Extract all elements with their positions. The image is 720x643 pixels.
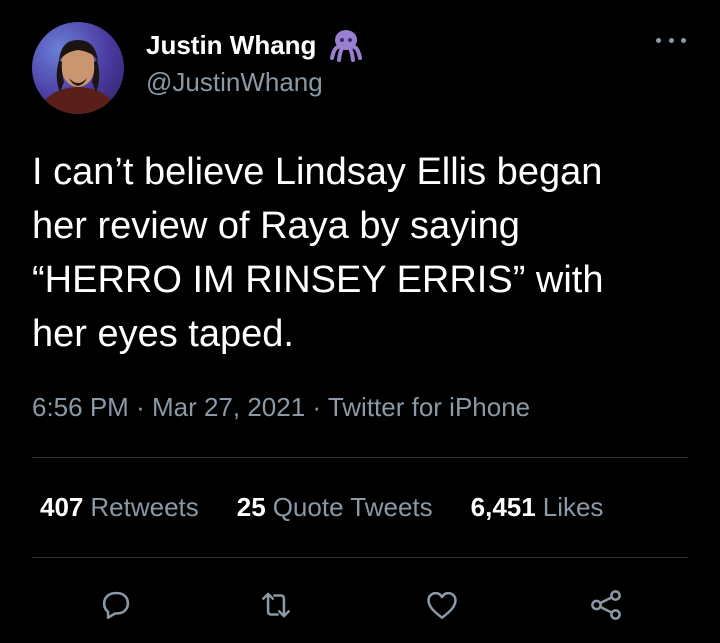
quote-tweets-stat[interactable]: 25 Quote Tweets (237, 490, 433, 524)
retweet-button[interactable] (254, 583, 298, 627)
likes-stat[interactable]: 6,451 Likes (471, 490, 604, 524)
retweets-label: Retweets (90, 492, 199, 522)
more-dot (681, 37, 686, 43)
quote-tweets-label: Quote Tweets (272, 492, 433, 522)
reply-button[interactable] (94, 583, 138, 627)
meta-separator: · (312, 392, 328, 422)
share-icon (591, 590, 621, 620)
retweets-count: 407 (40, 492, 84, 522)
share-button[interactable] (584, 583, 628, 627)
avatar[interactable] (32, 22, 124, 114)
likes-count: 6,451 (470, 492, 536, 522)
more-dot (668, 37, 674, 43)
reply-icon (102, 591, 130, 619)
tweet-time[interactable]: 6:56 PM (32, 392, 129, 422)
tweet-actions (0, 583, 720, 627)
divider (32, 457, 688, 458)
avatar-photo (38, 40, 118, 114)
retweet-icon (262, 592, 290, 618)
more-options-button[interactable] (656, 30, 686, 50)
tweet-source[interactable]: Twitter for iPhone (328, 392, 530, 422)
tweet-text: I can’t believe Lindsay Ellis began her … (32, 151, 604, 355)
like-icon (427, 591, 457, 619)
like-button[interactable] (420, 583, 464, 627)
divider (32, 557, 688, 558)
tweet-detail: Justin Whang @JustinWhang I can’t believ… (0, 0, 720, 643)
tweet-stats: 407 Retweets 25 Quote Tweets 6,451 Likes (40, 490, 641, 524)
author-handle[interactable]: @JustinWhang (146, 66, 323, 98)
quote-tweets-count: 25 (236, 492, 266, 522)
tweet-meta: 6:56 PM · Mar 27, 2021 · Twitter for iPh… (32, 390, 530, 424)
more-dot (656, 37, 661, 43)
author-name[interactable]: Justin Whang (146, 29, 316, 61)
likes-label: Likes (542, 492, 604, 522)
octopus-icon (326, 28, 366, 62)
tweet-date[interactable]: Mar 27, 2021 (152, 392, 305, 422)
author-name-row[interactable]: Justin Whang (146, 28, 366, 62)
retweets-stat[interactable]: 407 Retweets (40, 490, 199, 524)
meta-separator: · (136, 392, 152, 422)
